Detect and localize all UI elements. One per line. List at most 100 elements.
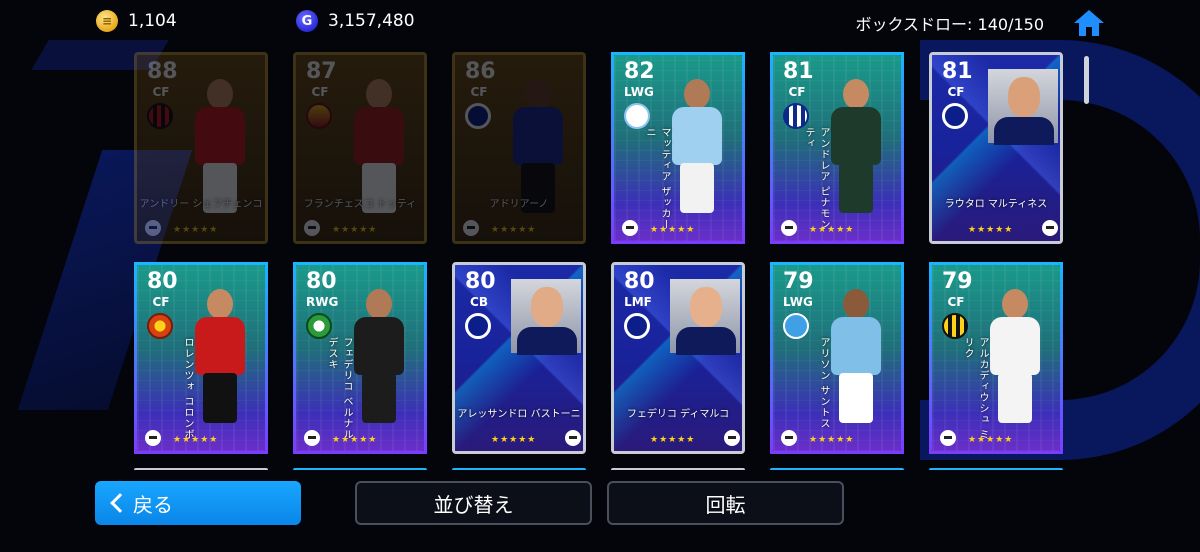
player-rating: 80: [147, 269, 178, 294]
efootball-logo-icon: [622, 220, 638, 236]
player-rating: 80: [306, 269, 337, 294]
player-card[interactable]: 80 CF ロレンツォ コロンボ ★★★★★: [134, 262, 268, 454]
player-name: アレッサンドロ バストーニ: [457, 409, 581, 420]
player-card[interactable]: 86 CF アドリアーノ ★★★★★: [452, 52, 586, 244]
star-rating: ★★★★★: [173, 225, 219, 235]
top-bar: ≡ 1,104 G 3,157,480 ボックスドロー: 140/150: [0, 0, 1200, 44]
star-rating: ★★★★★: [968, 435, 1014, 445]
coin-value: 1,104: [128, 11, 177, 31]
efootball-logo-icon: [781, 220, 797, 236]
player-position: LWG: [783, 295, 813, 309]
player-position: LMF: [624, 295, 652, 309]
player-position: LWG: [624, 85, 654, 99]
coin-icon: ≡: [96, 10, 118, 32]
player-position: CF: [470, 85, 488, 99]
player-rating: 86: [465, 59, 496, 84]
efootball-logo-icon: [565, 430, 581, 446]
player-name: アルカディウシュ ミリク: [962, 337, 988, 441]
player-position: CF: [947, 85, 965, 99]
player-card[interactable]: 88 CF アンドリー シェフチェンコ ★★★★★: [134, 52, 268, 244]
player-rating: 88: [147, 59, 178, 84]
player-card[interactable]: 81 CF アンドレア ピナモンティ ★★★★★: [770, 52, 904, 244]
player-position: CF: [152, 295, 170, 309]
home-icon[interactable]: [1072, 8, 1106, 38]
star-rating: ★★★★★: [809, 435, 855, 445]
rotate-button[interactable]: 回転: [607, 481, 844, 525]
player-card-partial[interactable]: [293, 468, 427, 470]
player-card[interactable]: 81 CF ラウタロ マルティネス ★★★★★: [929, 52, 1063, 244]
club-crest-icon: [306, 103, 332, 129]
player-card-grid: 88 CF アンドリー シェフチェンコ ★★★★★ 87 CF フランチェスコ …: [134, 52, 1074, 470]
player-card-partial[interactable]: [770, 468, 904, 470]
player-position: RWG: [306, 295, 339, 309]
club-crest-icon: [147, 313, 173, 339]
efootball-logo-icon: [304, 430, 320, 446]
sort-button-label: 並び替え: [433, 492, 514, 517]
player-rating: 81: [942, 59, 973, 84]
scrollbar[interactable]: [1084, 56, 1089, 104]
efootball-logo-icon: [304, 220, 320, 236]
club-crest-icon: [942, 103, 968, 129]
efootball-logo-icon: [463, 220, 479, 236]
player-card[interactable]: 87 CF フランチェスコ トッティ ★★★★★: [293, 52, 427, 244]
player-image: [181, 75, 261, 215]
back-button[interactable]: 戻る: [95, 481, 301, 525]
star-rating: ★★★★★: [491, 435, 537, 445]
efootball-logo-icon: [724, 430, 740, 446]
player-card[interactable]: 80 CB アレッサンドロ バストーニ ★★★★★: [452, 262, 586, 454]
club-crest-icon: [783, 103, 809, 129]
player-card-partial[interactable]: [134, 468, 268, 470]
player-rating: 87: [306, 59, 337, 84]
player-position: CF: [152, 85, 170, 99]
rotate-button-label: 回転: [705, 492, 746, 517]
player-card-partial[interactable]: [452, 468, 586, 470]
player-rating: 79: [783, 269, 814, 294]
player-rating: 82: [624, 59, 655, 84]
player-rating: 80: [624, 269, 655, 294]
player-position: CF: [947, 295, 965, 309]
star-rating: ★★★★★: [650, 435, 696, 445]
player-card[interactable]: 80 RWG フェデリコ ベルナルデスキ ★★★★★: [293, 262, 427, 454]
efootball-logo-icon: [940, 430, 956, 446]
player-card-partial[interactable]: [929, 468, 1063, 470]
player-card-partial[interactable]: [611, 468, 745, 470]
player-card[interactable]: 80 LMF フェデリコ ディマルコ ★★★★★: [611, 262, 745, 454]
player-name: マッティア ザッカーニ: [644, 127, 670, 231]
player-image: [340, 75, 420, 215]
club-crest-icon: [465, 313, 491, 339]
player-name: アリソン サントス: [818, 337, 829, 430]
chevron-left-icon: [109, 493, 123, 513]
player-position: CF: [788, 85, 806, 99]
player-name: アンドレア ピナモンティ: [803, 127, 829, 231]
star-rating: ★★★★★: [809, 225, 855, 235]
player-card[interactable]: 82 LWG マッティア ザッカーニ ★★★★★: [611, 52, 745, 244]
star-rating: ★★★★★: [968, 225, 1014, 235]
player-name: アンドリー シェフチェンコ: [139, 199, 263, 210]
player-rating: 79: [942, 269, 973, 294]
player-portrait: [988, 69, 1058, 145]
player-card[interactable]: 79 LWG アリソン サントス ★★★★★: [770, 262, 904, 454]
sort-button[interactable]: 並び替え: [355, 481, 592, 525]
club-crest-icon: [465, 103, 491, 129]
efootball-logo-icon: [781, 430, 797, 446]
efootball-logo-icon: [1042, 220, 1058, 236]
player-portrait: [511, 279, 581, 355]
player-name: ラウタロ マルティネス: [944, 199, 1048, 210]
coin-balance: ≡ 1,104: [96, 10, 177, 32]
star-rating: ★★★★★: [332, 435, 378, 445]
club-crest-icon: [624, 103, 650, 129]
club-crest-icon: [306, 313, 332, 339]
star-rating: ★★★★★: [650, 225, 696, 235]
star-rating: ★★★★★: [491, 225, 537, 235]
club-crest-icon: [783, 313, 809, 339]
player-position: CF: [311, 85, 329, 99]
gp-value: 3,157,480: [328, 11, 415, 31]
gp-icon: G: [296, 10, 318, 32]
player-rating: 80: [465, 269, 496, 294]
player-rating: 81: [783, 59, 814, 84]
player-name: ロレンツォ コロンボ: [182, 337, 193, 441]
box-draw-counter: ボックスドロー: 140/150: [855, 15, 1044, 34]
player-card[interactable]: 79 CF アルカディウシュ ミリク ★★★★★: [929, 262, 1063, 454]
efootball-logo-icon: [145, 220, 161, 236]
player-portrait: [670, 279, 740, 355]
